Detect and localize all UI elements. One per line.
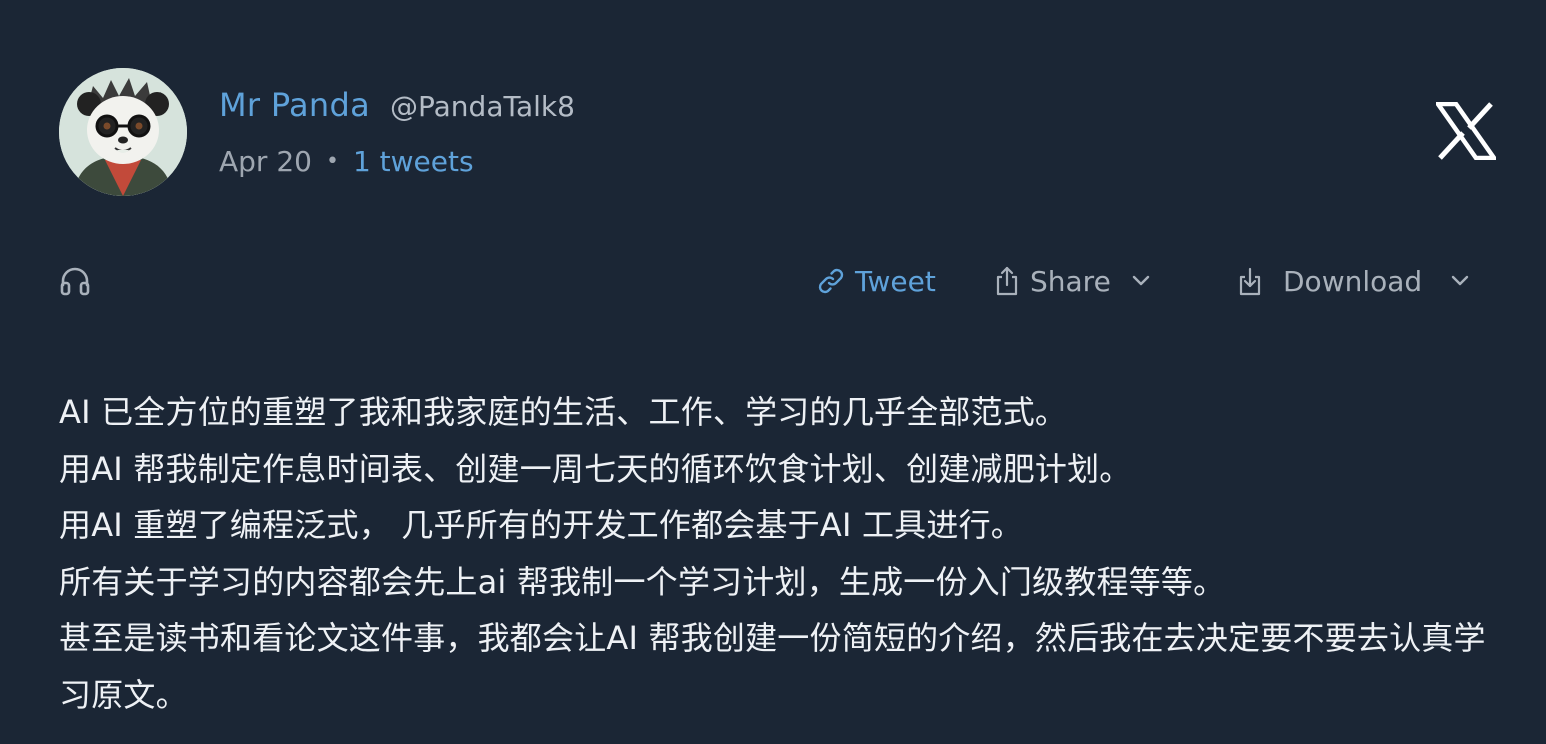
author-handle: @PandaTalk8 bbox=[390, 90, 575, 123]
download-icon bbox=[1239, 267, 1261, 296]
tweet-count-link[interactable]: 1 tweets bbox=[353, 145, 474, 178]
author-row: Mr Panda @PandaTalk8 bbox=[219, 86, 575, 130]
headphones-icon[interactable] bbox=[59, 265, 91, 297]
meta-separator: • bbox=[325, 148, 339, 174]
tweet-date: Apr 20 bbox=[219, 144, 312, 178]
x-logo-icon[interactable] bbox=[1433, 101, 1499, 161]
tweet-text-line: 甚至是读书和看论文这件事，我都会让AI 帮我创建一份简短的介绍，然后我在去决定要… bbox=[59, 619, 1486, 714]
download-label: Download bbox=[1283, 264, 1423, 298]
share-icon bbox=[996, 266, 1018, 296]
avatar[interactable] bbox=[59, 68, 187, 196]
link-icon bbox=[818, 268, 844, 294]
tweet-text-line: 用AI 重塑了编程泛式， 几乎所有的开发工作都会基于AI 工具进行。 bbox=[59, 506, 1023, 544]
share-label: Share bbox=[1030, 264, 1111, 298]
tweet-link-label: Tweet bbox=[855, 264, 936, 298]
download-button[interactable]: Download bbox=[1237, 258, 1470, 304]
chevron-down-icon bbox=[1132, 275, 1150, 286]
tweet-meta: Apr 20 • 1 tweets bbox=[219, 141, 474, 181]
tweet-body: AI 已全方位的重塑了我和我家庭的生活、工作、学习的几乎全部范式。 用AI 帮我… bbox=[59, 384, 1499, 723]
tweet-text-line: 用AI 帮我制定作息时间表、创建一周七天的循环饮食计划、创建减肥计划。 bbox=[59, 449, 1132, 488]
panda-avatar-icon bbox=[59, 68, 187, 196]
share-button[interactable]: Share bbox=[994, 258, 1151, 304]
tweet-text-line: AI 已全方位的重塑了我和我家庭的生活、工作、学习的几乎全部范式。 bbox=[59, 393, 1068, 431]
chevron-down-icon bbox=[1451, 275, 1469, 286]
tweet-card: Mr Panda @PandaTalk8 Apr 20 • 1 tweets T… bbox=[0, 0, 1546, 744]
tweet-link-button[interactable]: Tweet bbox=[815, 258, 936, 304]
author-name[interactable]: Mr Panda bbox=[219, 86, 370, 124]
tweet-text-line: 所有关于学习的内容都会先上ai 帮我制一个学习计划，生成一份入门级教程等等。 bbox=[59, 562, 1226, 601]
